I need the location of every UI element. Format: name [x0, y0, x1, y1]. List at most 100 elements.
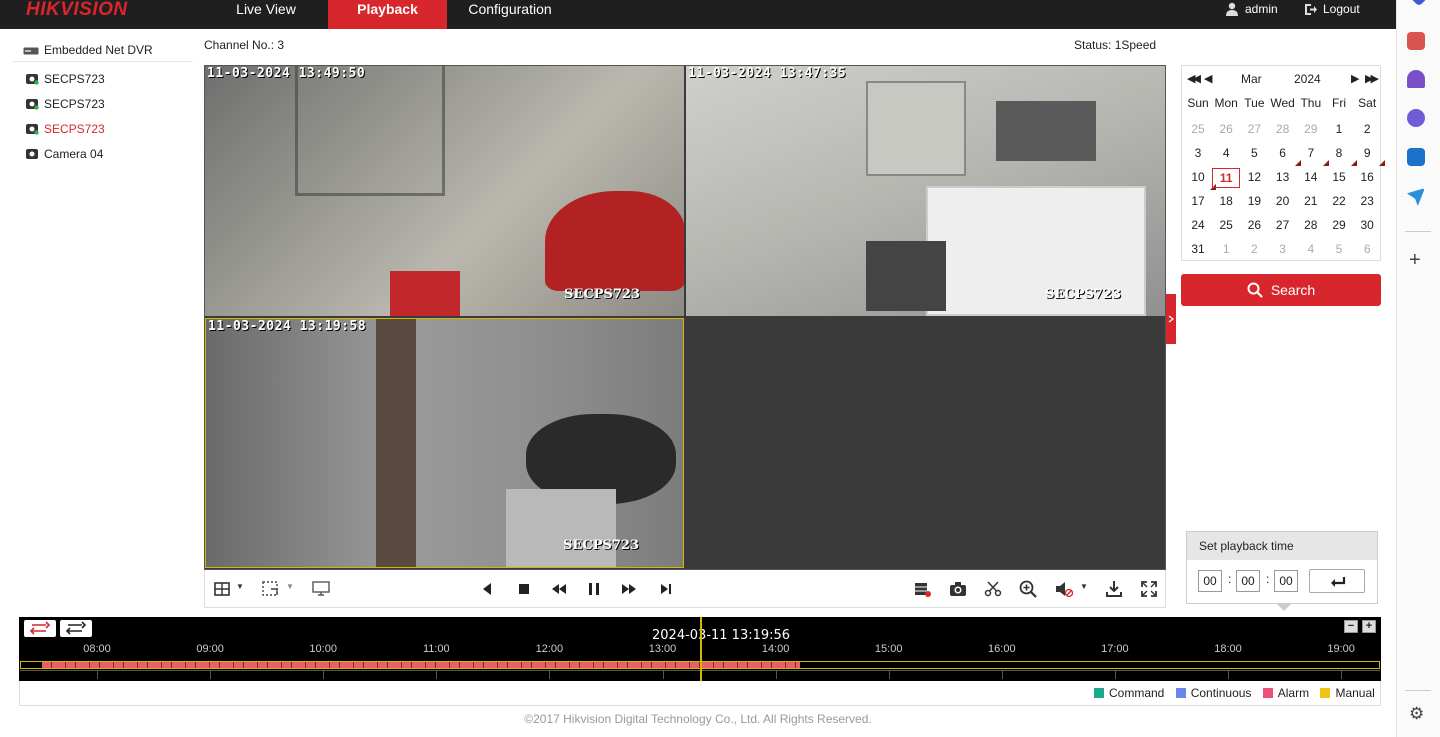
send-icon[interactable] — [1407, 188, 1425, 206]
clip-record-icon[interactable] — [912, 579, 932, 599]
calendar-day[interactable]: 10 — [1184, 168, 1216, 190]
timeline[interactable]: 2024-03-11 13:19:56 − + 08:00 09:00 10:00 1… — [19, 617, 1381, 681]
calendar-day[interactable]: 15 — [1325, 168, 1353, 188]
calendar-day[interactable]: 9 — [1353, 144, 1386, 166]
next-month-icon[interactable]: ▶ — [1351, 66, 1359, 92]
calendar-day[interactable]: 24 — [1184, 216, 1212, 236]
calendar-day[interactable]: 30 — [1353, 216, 1381, 236]
zoom-out-button[interactable]: − — [1344, 620, 1358, 633]
tab-live-view[interactable]: Live View — [211, 0, 321, 29]
user-menu[interactable]: admin — [1225, 0, 1278, 20]
calendar-day[interactable]: 20 — [1269, 192, 1297, 212]
chevron-down-icon[interactable]: ▼ — [1080, 582, 1088, 591]
calendar-day[interactable]: 5 — [1325, 240, 1353, 260]
fast-forward-icon[interactable] — [619, 579, 639, 599]
download-icon[interactable] — [1104, 579, 1124, 599]
calendar-day[interactable]: 8 — [1325, 144, 1357, 166]
calendar-day[interactable]: 13 — [1269, 168, 1297, 188]
calendar-day[interactable]: 6 — [1269, 144, 1301, 166]
tab-playback[interactable]: Playback — [328, 0, 447, 29]
prev-year-icon[interactable]: ◀◀ — [1187, 66, 1201, 92]
single-frame-icon[interactable] — [655, 579, 675, 599]
video-pane-selected[interactable]: 11-03-2024 13:19:58 SECPS723 — [205, 318, 684, 568]
scissors-icon[interactable] — [983, 579, 1003, 599]
calendar-day[interactable]: 31 — [1184, 240, 1212, 260]
toolbox-icon[interactable] — [1407, 32, 1425, 50]
next-year-icon[interactable]: ▶▶ — [1365, 66, 1379, 92]
m365-icon[interactable] — [1407, 109, 1425, 127]
logout-button[interactable]: Logout — [1304, 0, 1360, 20]
stop-icon[interactable] — [514, 579, 534, 599]
video-pane-empty[interactable] — [686, 318, 1165, 568]
window-layout-icon[interactable] — [213, 579, 233, 599]
calendar-day[interactable]: 4 — [1297, 240, 1325, 260]
timeline-sync-button[interactable] — [24, 620, 56, 637]
go-to-time-button[interactable] — [1309, 569, 1365, 593]
tree-channel-item[interactable]: SECPS723 — [13, 117, 193, 142]
calendar-day[interactable]: 25 — [1212, 216, 1240, 236]
fullscreen-icon[interactable] — [1139, 579, 1159, 599]
calendar-day[interactable]: 28 — [1297, 216, 1325, 236]
device-node[interactable]: Embedded Net DVR — [13, 38, 193, 62]
timeline-cursor[interactable] — [700, 617, 703, 681]
search-button[interactable]: Search — [1181, 274, 1381, 306]
outlook-icon[interactable] — [1407, 148, 1425, 166]
calendar-day[interactable]: 23 — [1353, 192, 1381, 212]
pause-icon[interactable] — [584, 579, 604, 599]
calendar-day[interactable]: 28 — [1269, 120, 1297, 140]
calendar-day[interactable]: 21 — [1297, 192, 1325, 212]
calendar-day[interactable]: 3 — [1184, 144, 1212, 164]
timeline-config-button[interactable] — [60, 620, 92, 637]
video-pane[interactable]: 11-03-2024 13:49:50 SECPS723 — [205, 66, 684, 316]
calendar-day[interactable]: 16 — [1353, 168, 1381, 188]
calendar-day[interactable]: 11 — [1212, 168, 1241, 188]
settings-gear-icon[interactable]: ⚙ — [1409, 704, 1424, 724]
calendar-day[interactable]: 22 — [1325, 192, 1353, 212]
minute-input[interactable]: 00 — [1236, 570, 1260, 592]
zoom-in-button[interactable]: + — [1362, 620, 1376, 633]
collapse-panel-handle[interactable] — [1166, 294, 1176, 344]
calendar-day[interactable]: 27 — [1240, 120, 1268, 140]
video-pane[interactable]: 11-03-2024 13:47:35 SECPS723 — [686, 66, 1165, 316]
calendar-day[interactable]: 5 — [1240, 144, 1268, 164]
calendar-day[interactable]: 12 — [1240, 168, 1268, 188]
tab-configuration[interactable]: Configuration — [455, 0, 565, 29]
video-grid[interactable]: 11-03-2024 13:49:50 SECPS723 11-03-2024 … — [204, 65, 1166, 570]
chevron-down-icon[interactable]: ▼ — [236, 582, 244, 591]
prev-month-icon[interactable]: ◀ — [1204, 66, 1212, 92]
calendar-day[interactable]: 17 — [1184, 192, 1212, 212]
digital-zoom-region-icon[interactable] — [261, 579, 281, 599]
hour-input[interactable]: 00 — [1198, 570, 1222, 592]
calendar-year[interactable]: 2024 — [1294, 66, 1321, 92]
calendar-day[interactable]: 19 — [1240, 192, 1268, 212]
calendar-day[interactable]: 7 — [1297, 144, 1329, 166]
calendar-day[interactable]: 29 — [1297, 120, 1325, 140]
add-icon[interactable]: + — [1409, 250, 1421, 270]
zoom-in-icon[interactable] — [1018, 579, 1038, 599]
fisheye-icon[interactable] — [311, 579, 331, 599]
second-input[interactable]: 00 — [1274, 570, 1298, 592]
reverse-play-icon[interactable] — [477, 579, 497, 599]
calendar-day[interactable]: 2 — [1240, 240, 1268, 260]
calendar-day[interactable]: 27 — [1269, 216, 1297, 236]
tree-channel-item[interactable]: Camera 04 — [13, 142, 193, 167]
calendar-day[interactable]: 25 — [1184, 120, 1212, 140]
calendar-day[interactable]: 1 — [1325, 120, 1353, 140]
copilot-icon[interactable] — [1410, 0, 1428, 7]
audio-muted-icon[interactable] — [1054, 579, 1074, 599]
calendar-day[interactable]: 1 — [1212, 240, 1240, 260]
calendar-day[interactable]: 29 — [1325, 216, 1353, 236]
camera-capture-icon[interactable] — [948, 579, 968, 599]
calendar-day[interactable]: 4 — [1212, 144, 1240, 164]
chess-icon[interactable] — [1407, 70, 1425, 88]
calendar-day[interactable]: 3 — [1269, 240, 1297, 260]
calendar-day[interactable]: 6 — [1353, 240, 1381, 260]
chevron-down-icon[interactable]: ▼ — [286, 582, 294, 591]
slow-backward-icon[interactable] — [549, 579, 569, 599]
calendar-day[interactable]: 26 — [1240, 216, 1268, 236]
calendar-day[interactable]: 26 — [1212, 120, 1240, 140]
calendar-day[interactable]: 18 — [1212, 192, 1240, 212]
tree-channel-item[interactable]: SECPS723 — [13, 92, 193, 117]
calendar-day[interactable]: 14 — [1297, 168, 1325, 188]
calendar-month[interactable]: Mar — [1241, 66, 1262, 92]
